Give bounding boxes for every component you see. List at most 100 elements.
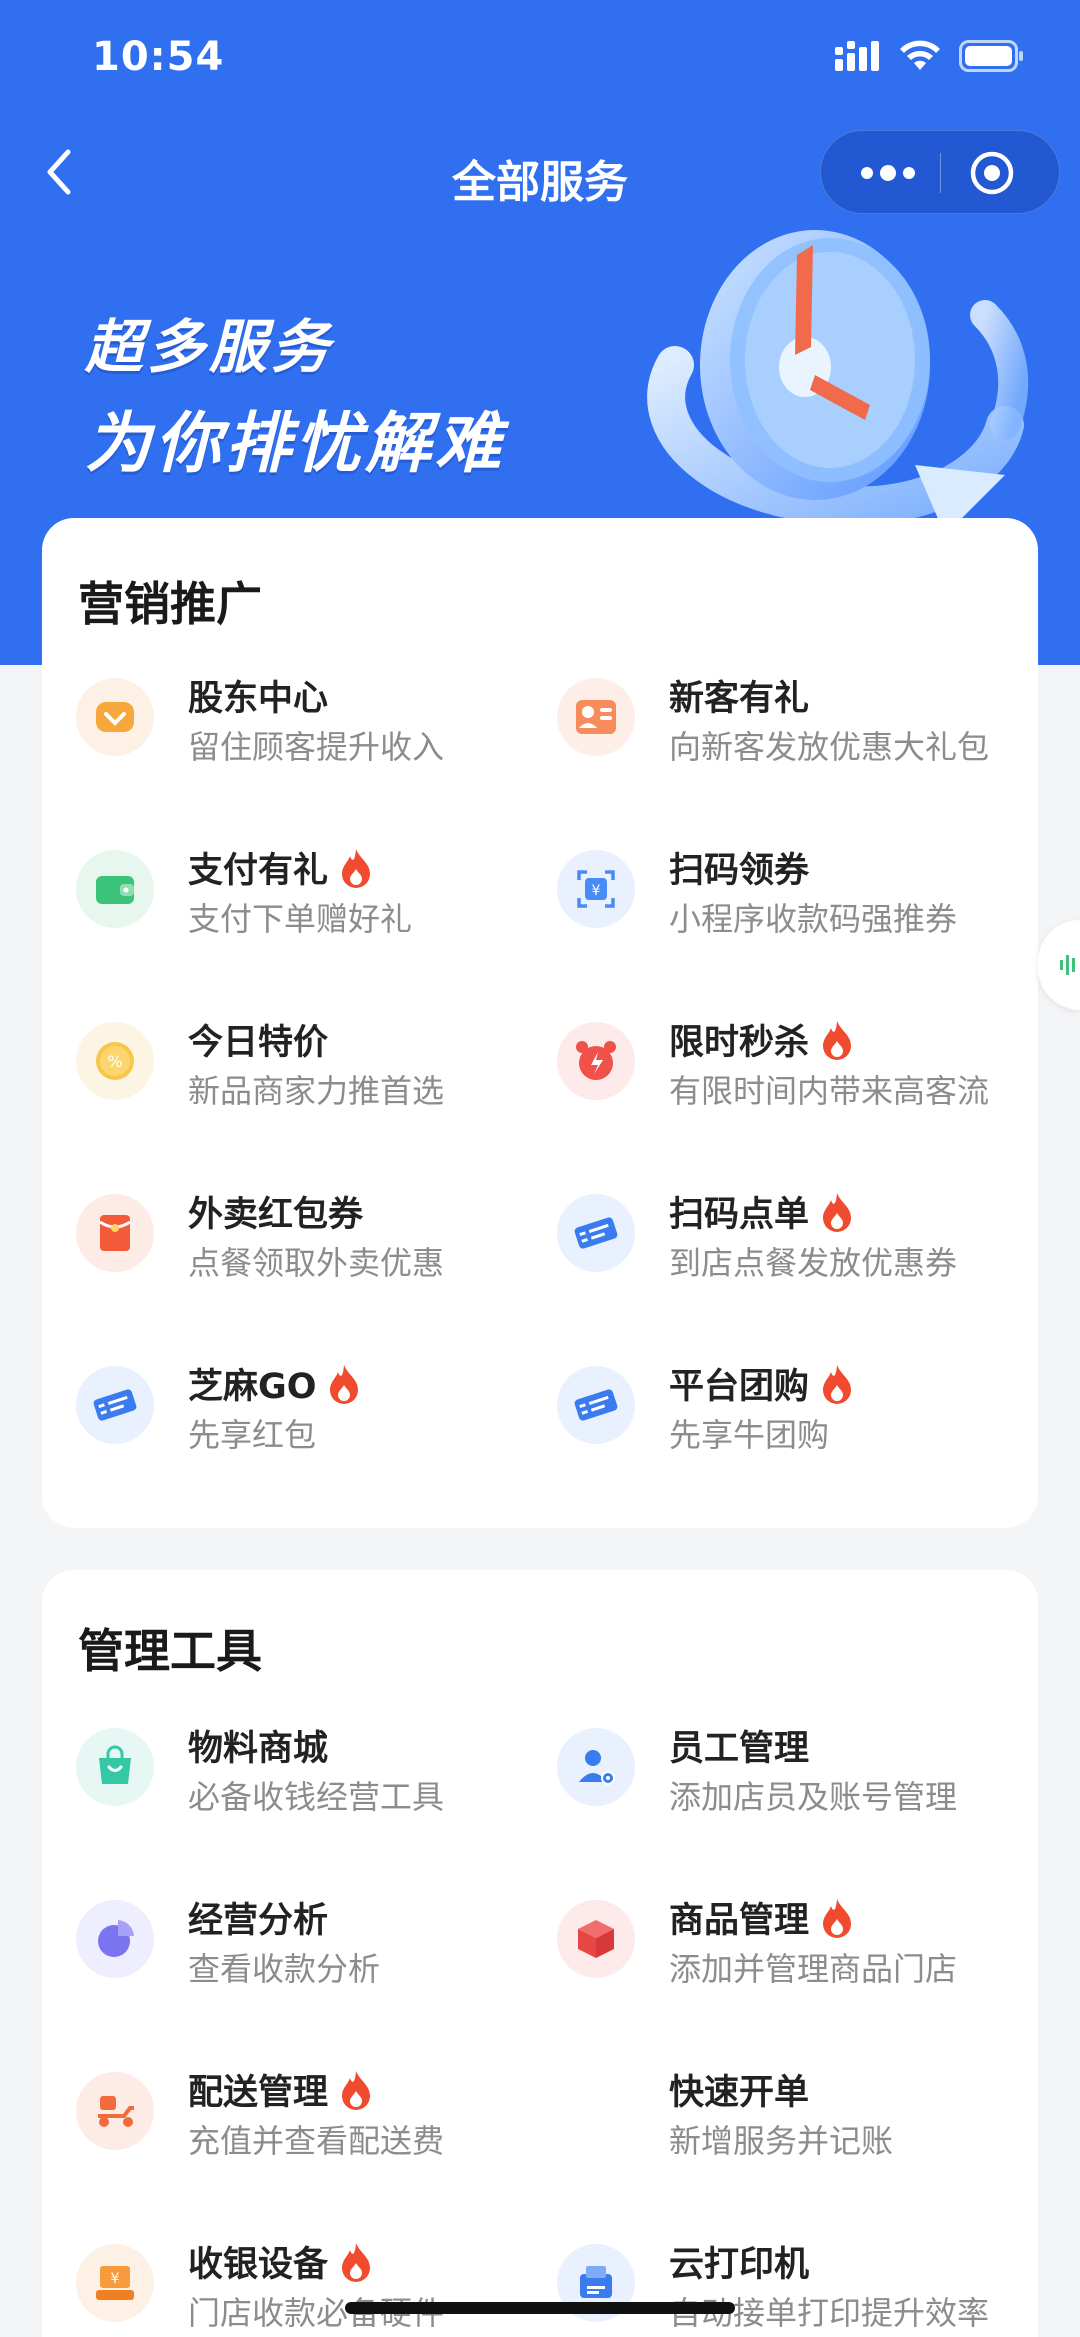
discount-badge-icon: % <box>76 1022 154 1100</box>
pie-chart-icon <box>76 1900 154 1978</box>
service-name: 扫码点单 <box>669 1186 855 1237</box>
scan-coupon-icon: ¥ <box>557 850 635 928</box>
hot-fire-icon <box>342 2070 371 2110</box>
service-desc: 留住顾客提升收入 <box>188 728 445 766</box>
close-target-icon[interactable] <box>969 150 1015 196</box>
capsule-divider <box>940 153 941 193</box>
hot-fire-icon <box>823 1364 852 1404</box>
service-item[interactable]: ¥ 扫码领券 小程序收款码强推券 <box>557 842 1027 972</box>
svg-text:%: % <box>107 1052 122 1071</box>
service-item[interactable]: 芝麻GO 先享红包 <box>76 1358 546 1488</box>
wallet-icon <box>76 850 154 928</box>
scooter-icon <box>76 2072 154 2150</box>
service-name: 收银设备 <box>188 2236 374 2287</box>
service-item[interactable]: 物料商城 必备收钱经营工具 <box>76 1720 546 1850</box>
diamond-icon <box>76 678 154 756</box>
shopping-bag-icon <box>76 1728 154 1806</box>
hot-fire-icon <box>823 1192 852 1232</box>
service-name: 芝麻GO <box>188 1358 362 1409</box>
service-name: 快速开单 <box>669 2073 810 2113</box>
service-item[interactable]: 新客有礼 向新客发放优惠大礼包 <box>557 670 1027 800</box>
service-name: 经营分析 <box>188 1901 329 1941</box>
service-desc: 必备收钱经营工具 <box>188 1778 445 1816</box>
ticket-icon <box>557 1194 635 1272</box>
service-name: 物料商城 <box>188 1729 329 1769</box>
hero-slogan-line1: 超多服务 <box>85 313 334 381</box>
status-time: 10:54 <box>92 34 225 80</box>
service-desc: 新品商家力推首选 <box>188 1072 445 1110</box>
hot-fire-icon <box>823 1020 852 1060</box>
status-icons <box>835 40 1025 72</box>
service-desc: 添加并管理商品门店 <box>669 1950 958 1988</box>
mini-program-capsule <box>820 130 1060 214</box>
hero-slogan-line2: 为你排忧解难 <box>85 405 505 482</box>
service-item[interactable]: 外卖红包券 点餐领取外卖优惠 <box>76 1186 546 1316</box>
service-item[interactable]: 经营分析 查看收款分析 <box>76 1892 546 2022</box>
section-management: 管理工具 物料商城 必备收钱经营工具 员工管理 添加店员及账号管理 经营分析 查… <box>42 1570 1038 2337</box>
service-item[interactable]: 快速开单 新增服务并记账 <box>557 2064 1027 2194</box>
service-name: 外卖红包券 <box>188 1195 364 1235</box>
service-item[interactable]: ¥ 收银设备 门店收款必备硬件 <box>76 2236 546 2337</box>
service-name: 限时秒杀 <box>669 1014 855 1065</box>
hot-fire-icon <box>342 2242 371 2282</box>
service-name: 商品管理 <box>669 1892 855 1943</box>
service-item[interactable]: 限时秒杀 有限时间内带来高客流 <box>557 1014 1027 1144</box>
service-name: 扫码领券 <box>669 851 810 891</box>
service-name: 配送管理 <box>188 2064 374 2115</box>
service-item[interactable]: 商品管理 添加并管理商品门店 <box>557 1892 1027 2022</box>
hot-fire-icon <box>342 848 371 888</box>
service-item[interactable]: 云打印机 自动接单打印提升效率 <box>557 2236 1027 2337</box>
wifi-icon <box>900 40 940 70</box>
service-name: 平台团购 <box>669 1358 855 1409</box>
service-desc: 添加店员及账号管理 <box>669 1778 958 1816</box>
service-item[interactable]: 平台团购 先享牛团购 <box>557 1358 1027 1488</box>
red-envelope-icon <box>76 1194 154 1272</box>
service-item[interactable]: 股东中心 留住顾客提升收入 <box>76 670 546 800</box>
battery-icon <box>959 40 1023 72</box>
service-name: 新客有礼 <box>669 679 810 719</box>
service-desc: 到店点餐发放优惠券 <box>669 1244 958 1282</box>
more-icon[interactable] <box>853 157 923 189</box>
service-desc: 点餐领取外卖优惠 <box>188 1244 445 1282</box>
home-indicator <box>345 2302 735 2314</box>
ticket-icon <box>557 1366 635 1444</box>
service-desc: 先享牛团购 <box>669 1416 830 1454</box>
section-title: 营销推广 <box>78 577 262 631</box>
service-name: 员工管理 <box>669 1729 810 1769</box>
service-name: 支付有礼 <box>188 842 374 893</box>
sound-wave-icon <box>1060 955 1075 975</box>
service-item[interactable]: 配送管理 充值并查看配送费 <box>76 2064 546 2194</box>
service-desc: 查看收款分析 <box>188 1950 381 1988</box>
service-item[interactable]: 扫码点单 到店点餐发放优惠券 <box>557 1186 1027 1316</box>
section-marketing: 营销推广 股东中心 留住顾客提升收入 新客有礼 向新客发放优惠大礼包 支付有礼 … <box>42 518 1038 1528</box>
svg-text:¥: ¥ <box>111 2271 120 2287</box>
service-name: 今日特价 <box>188 1023 329 1063</box>
cashier-icon: ¥ <box>76 2244 154 2322</box>
status-bar: 10:54 <box>0 0 1080 120</box>
hot-fire-icon <box>330 1364 359 1404</box>
alarm-clock-icon <box>557 1022 635 1100</box>
svg-text:¥: ¥ <box>592 883 601 899</box>
service-desc: 先享红包 <box>188 1416 317 1454</box>
service-desc: 充值并查看配送费 <box>188 2122 445 2160</box>
hot-fire-icon <box>823 1898 852 1938</box>
service-name: 云打印机 <box>669 2245 810 2285</box>
service-desc: 小程序收款码强推券 <box>669 900 958 938</box>
service-desc: 支付下单赠好礼 <box>188 900 413 938</box>
id-card-icon <box>557 678 635 756</box>
signal-icon <box>835 41 879 71</box>
hero-3d-clock-icon <box>647 230 1029 535</box>
service-item[interactable]: % 今日特价 新品商家力推首选 <box>76 1014 546 1144</box>
service-desc: 有限时间内带来高客流 <box>669 1072 990 1110</box>
section-title: 管理工具 <box>78 1624 262 1678</box>
box-icon <box>557 1900 635 1978</box>
service-item[interactable]: 支付有礼 支付下单赠好礼 <box>76 842 546 972</box>
service-desc: 向新客发放优惠大礼包 <box>669 728 990 766</box>
nav-bar: 全部服务 <box>0 128 1080 218</box>
service-name: 股东中心 <box>188 679 329 719</box>
ticket-icon <box>76 1366 154 1444</box>
service-item[interactable]: 员工管理 添加店员及账号管理 <box>557 1720 1027 1850</box>
user-settings-icon <box>557 1728 635 1806</box>
voice-assistant-tab[interactable] <box>1038 920 1080 1010</box>
service-desc: 新增服务并记账 <box>669 2122 894 2160</box>
